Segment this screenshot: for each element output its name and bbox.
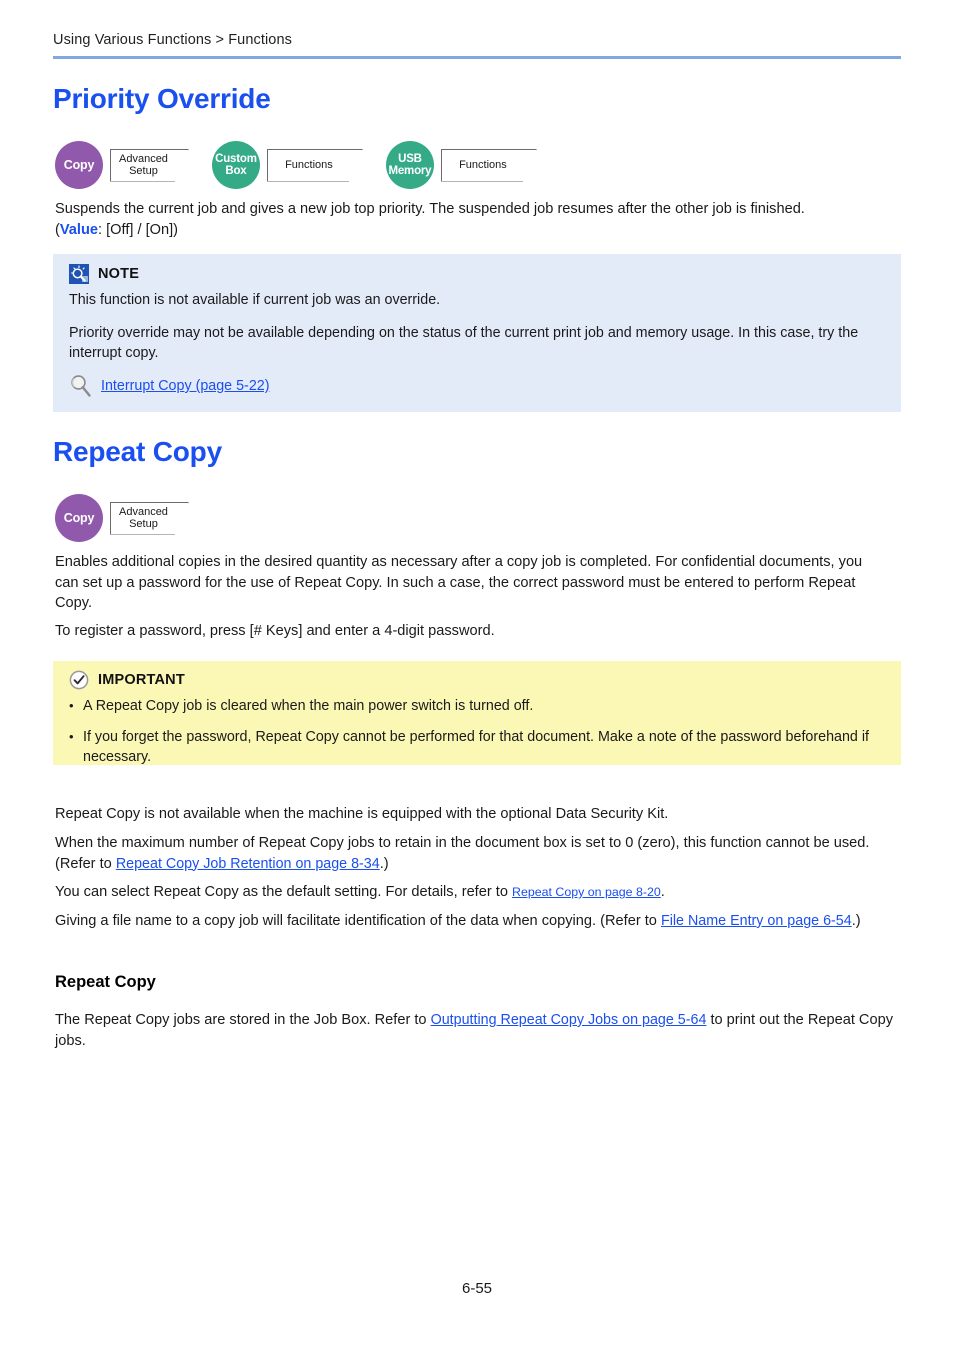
badge-circle-usb-memory: USB Memory — [385, 141, 434, 189]
page-number: 6-55 — [461, 1280, 493, 1297]
note-paragraph-2: Priority override may not be available d… — [69, 325, 859, 361]
note-reference-line: Interrupt Copy (page 5-22) — [69, 375, 885, 398]
section-title-repeat-copy: Repeat Copy — [53, 436, 222, 467]
paragraph-file-name: Giving a file name to a copy job will fa… — [55, 911, 903, 932]
paragraph-job-box: The Repeat Copy jobs are stored in the J… — [55, 1010, 900, 1051]
job-retention-text-after: .) — [379, 855, 389, 872]
badge-tag-functions-custom-box: Functions — [267, 149, 363, 182]
paragraph-repeat-copy-password: To register a password, press [# Keys] a… — [55, 623, 495, 639]
important-header: IMPORTANT — [69, 670, 885, 690]
page-header: Using Various Functions > Functions — [53, 30, 901, 59]
badge-row-priority-override: Copy Advanced Setup Custom Box Functions… — [55, 141, 537, 189]
badge-circle-copy: Copy — [55, 494, 103, 542]
important-bullet-text: If you forget the password, Repeat Copy … — [83, 729, 870, 765]
note-callout: NOTE This function is not available if c… — [53, 254, 901, 412]
badge-tag-functions-usb-memory: Functions — [441, 149, 537, 182]
file-name-text-before: Giving a file name to a copy job will fa… — [55, 913, 661, 929]
badge-group-usb-memory: USB Memory Functions — [385, 141, 537, 189]
check-circle-icon — [69, 670, 89, 690]
badge-circle-copy: Copy — [55, 141, 103, 189]
link-repeat-copy-job-retention[interactable]: Repeat Copy Job Retention on page 8-34 — [116, 856, 380, 872]
page-footer: 6-55 — [0, 1280, 954, 1297]
badge-group-custom-box: Custom Box Functions — [211, 141, 363, 189]
bullet-marker: • — [69, 729, 74, 744]
note-icon — [69, 264, 89, 284]
default-setting-text-before: You can select Repeat Copy as the defaul… — [55, 884, 512, 900]
default-setting-text-after: . — [660, 884, 665, 900]
badge-circle-custom-box: Custom Box — [211, 141, 260, 189]
value-rest: : [Off] / [On]) — [98, 221, 179, 238]
document-page: Using Various Functions > Functions Prio… — [0, 0, 954, 1350]
priority-description-text: Suspends the current job and gives a new… — [55, 201, 805, 217]
link-file-name-entry[interactable]: File Name Entry on page 6-54 — [661, 913, 852, 929]
note-header: NOTE — [69, 264, 885, 284]
file-name-text-after: .) — [851, 913, 861, 929]
badge-tag-advanced-setup: Advanced Setup — [110, 149, 189, 182]
paragraph-job-retention: When the maximum number of Repeat Copy j… — [55, 833, 900, 874]
important-bullet-1: • A Repeat Copy job is cleared when the … — [69, 696, 885, 716]
note-label: NOTE — [98, 266, 140, 282]
paragraph-priority-override-description: Suspends the current job and gives a new… — [55, 199, 895, 240]
subsection-title-repeat-copy: Repeat Copy — [55, 973, 156, 991]
badge-tag-label: Advanced Setup — [119, 152, 168, 177]
important-callout: IMPORTANT • A Repeat Copy job is cleared… — [53, 661, 901, 765]
important-label: IMPORTANT — [98, 672, 185, 688]
link-interrupt-copy[interactable]: Interrupt Copy (page 5-22) — [101, 376, 269, 396]
important-bullet-2: • If you forget the password, Repeat Cop… — [69, 727, 885, 767]
breadcrumb: Using Various Functions > Functions — [53, 32, 292, 48]
value-label: Value — [59, 221, 99, 238]
magnifier-icon — [71, 375, 91, 397]
paragraph-data-security-kit: Repeat Copy is not available when the ma… — [55, 806, 669, 822]
badge-group-copy: Copy Advanced Setup — [55, 494, 189, 542]
badge-group-copy: Copy Advanced Setup — [55, 141, 189, 189]
job-box-text-before: The Repeat Copy jobs are stored in the J… — [55, 1012, 431, 1028]
link-outputting-repeat-copy-jobs[interactable]: Outputting Repeat Copy Jobs on page 5-64 — [431, 1012, 707, 1028]
bullet-marker: • — [69, 698, 74, 713]
link-repeat-copy-8-20[interactable]: Repeat Copy on page 8-20 — [512, 885, 661, 899]
badge-tag-label: Functions — [285, 158, 333, 171]
paragraph-default-setting: You can select Repeat Copy as the defaul… — [55, 882, 900, 903]
paragraph-repeat-copy-description: Enables additional copies in the desired… — [55, 554, 863, 611]
badge-row-repeat-copy: Copy Advanced Setup — [55, 494, 189, 542]
header-divider — [53, 56, 901, 59]
important-bullet-text: A Repeat Copy job is cleared when the ma… — [83, 698, 534, 714]
note-paragraph-1: This function is not available if curren… — [69, 292, 441, 308]
badge-tag-label: Functions — [459, 158, 507, 171]
section-title-priority-override: Priority Override — [53, 83, 271, 114]
badge-tag-label: Advanced Setup — [119, 505, 168, 530]
badge-tag-advanced-setup: Advanced Setup — [110, 502, 189, 535]
